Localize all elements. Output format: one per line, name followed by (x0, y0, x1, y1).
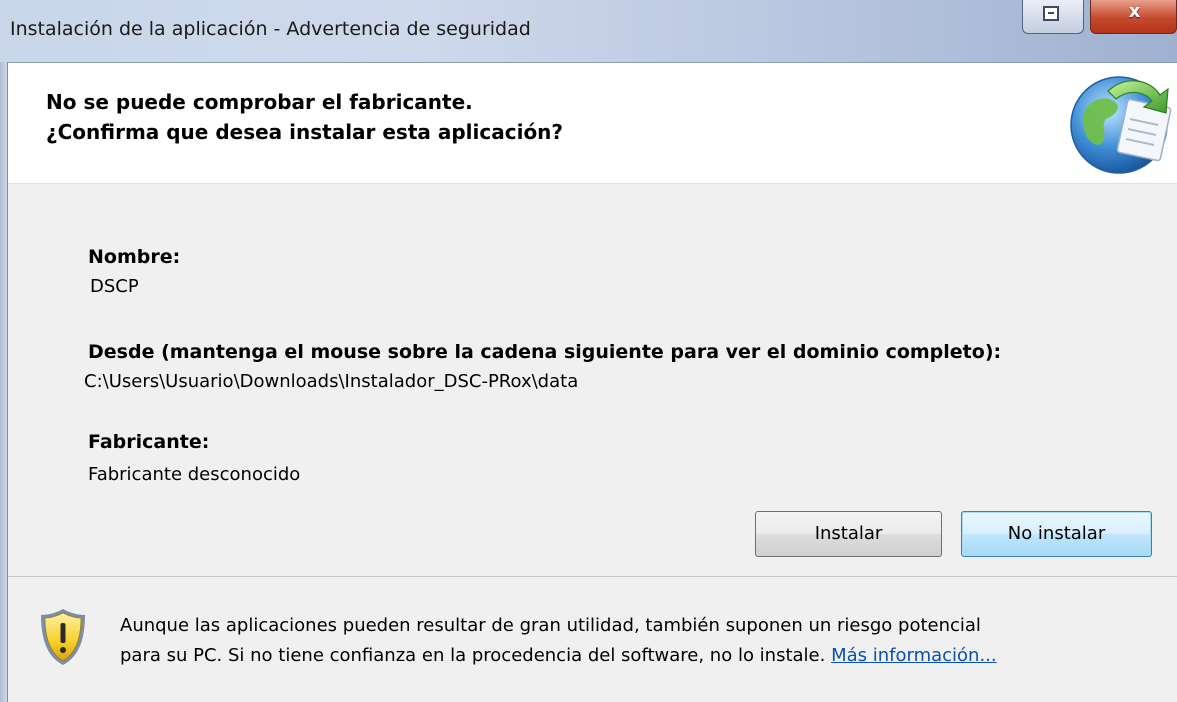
close-button[interactable]: x (1090, 0, 1177, 34)
publisher-label: Fabricante: (88, 431, 210, 453)
title-bar: Instalación de la aplicación - Advertenc… (0, 0, 1177, 63)
window-frame-left (0, 62, 8, 702)
name-value: DSCP (90, 276, 139, 297)
warning-message: Aunque las aplicaciones pueden resultar … (120, 611, 1160, 671)
globe-install-icon (1070, 76, 1172, 174)
warning-footer: Aunque las aplicaciones pueden resultar … (8, 577, 1177, 702)
header-question: ¿Confirma que desea instalar esta aplica… (46, 120, 564, 144)
warning-line-2-text: para su PC. Si no tiene confianza en la … (120, 645, 832, 666)
header-title: No se puede comprobar el fabricante. (46, 90, 473, 114)
close-icon: x (1128, 1, 1141, 22)
install-button[interactable]: Instalar (755, 511, 942, 557)
dialog-header: No se puede comprobar el fabricante. ¿Co… (8, 63, 1177, 184)
name-label: Nombre: (88, 246, 181, 268)
dont-install-button[interactable]: No instalar (961, 511, 1152, 557)
window-title: Instalación de la aplicación - Advertenc… (10, 18, 531, 40)
warning-line-1: Aunque las aplicaciones pueden resultar … (120, 615, 981, 636)
restore-window-icon (1043, 6, 1059, 21)
publisher-value: Fabricante desconocido (88, 464, 301, 485)
from-path-value: C:\Users\Usuario\Downloads\Instalador_DS… (84, 371, 579, 392)
from-label: Desde (mantenga el mouse sobre la cadena… (88, 341, 1002, 363)
details-panel: Nombre: DSCP Desde (mantenga el mouse so… (8, 184, 1177, 576)
warning-shield-icon (41, 609, 85, 665)
more-info-link[interactable]: Más información... (831, 645, 997, 666)
security-warning-dialog: Instalación de la aplicación - Advertenc… (0, 0, 1177, 702)
warning-line-2: para su PC. Si no tiene confianza en la … (120, 641, 1160, 671)
restore-button[interactable] (1022, 0, 1084, 34)
